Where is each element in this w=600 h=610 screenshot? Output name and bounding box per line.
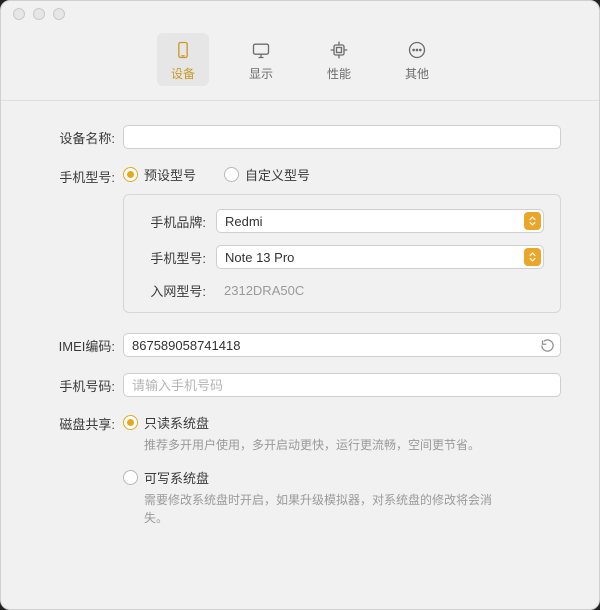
- ellipsis-icon: [406, 39, 428, 61]
- model-select[interactable]: Note 13 Pro: [216, 245, 544, 269]
- imei-label: IMEI编码:: [39, 336, 123, 355]
- disk-readonly-title: 只读系统盘: [144, 413, 209, 432]
- titlebar: [1, 1, 599, 27]
- net-model-value: 2312DRA50C: [216, 283, 544, 298]
- radio-dot-icon: [123, 167, 138, 182]
- net-model-label: 入网型号:: [140, 281, 216, 300]
- preset-model-box: 手机品牌: Redmi 手机型号: Note 13 Pro: [123, 194, 561, 313]
- disk-writable-radio[interactable]: 可写系统盘: [123, 468, 209, 487]
- model-label: 手机型号:: [140, 248, 216, 267]
- model-type-custom-label: 自定义型号: [245, 165, 310, 184]
- tab-performance-label: 性能: [327, 65, 351, 82]
- minimize-window-button[interactable]: [33, 8, 45, 20]
- radio-dot-icon: [123, 415, 138, 430]
- close-window-button[interactable]: [13, 8, 25, 20]
- model-type-custom-radio[interactable]: 自定义型号: [224, 165, 310, 184]
- disk-share-label: 磁盘共享:: [39, 413, 123, 433]
- model-type-preset-label: 预设型号: [144, 165, 196, 184]
- brand-select-value: Redmi: [225, 214, 263, 229]
- phone-icon: [172, 39, 194, 61]
- model-select-value: Note 13 Pro: [225, 250, 294, 265]
- radio-dot-icon: [224, 167, 239, 182]
- tab-device-label: 设备: [171, 65, 195, 82]
- device-name-label: 设备名称:: [39, 128, 123, 147]
- tab-device[interactable]: 设备: [157, 33, 209, 86]
- tab-other-label: 其他: [405, 65, 429, 82]
- tab-performance[interactable]: 性能: [313, 33, 365, 86]
- content-area: 设备名称: 手机型号: 预设型号 自定义型号: [1, 101, 599, 577]
- brand-label: 手机品牌:: [140, 212, 216, 231]
- device-name-input[interactable]: [123, 125, 561, 149]
- cpu-icon: [328, 39, 350, 61]
- chevron-updown-icon: [524, 212, 541, 230]
- disk-readonly-desc: 推荐多开用户使用，多开启动更快，运行更流畅，空间更节省。: [144, 436, 504, 454]
- disk-readonly-radio[interactable]: 只读系统盘: [123, 413, 209, 432]
- model-type-preset-radio[interactable]: 预设型号: [123, 165, 196, 184]
- brand-select[interactable]: Redmi: [216, 209, 544, 233]
- tab-display[interactable]: 显示: [235, 33, 287, 86]
- imei-input[interactable]: [123, 333, 561, 357]
- disk-writable-desc: 需要修改系统盘时开启，如果升级模拟器，对系统盘的修改将会消失。: [144, 491, 504, 527]
- phone-model-label: 手机型号:: [39, 165, 123, 186]
- preferences-window: 设备 显示 性能 其他 设备名称: 手: [0, 0, 600, 610]
- refresh-icon[interactable]: [539, 337, 555, 353]
- tab-display-label: 显示: [249, 65, 273, 82]
- tab-bar: 设备 显示 性能 其他: [1, 27, 599, 101]
- tab-other[interactable]: 其他: [391, 33, 443, 86]
- disk-writable-title: 可写系统盘: [144, 468, 209, 487]
- zoom-window-button[interactable]: [53, 8, 65, 20]
- chevron-updown-icon: [524, 248, 541, 266]
- phone-number-input[interactable]: [123, 373, 561, 397]
- monitor-icon: [250, 39, 272, 61]
- radio-dot-icon: [123, 470, 138, 485]
- phone-number-label: 手机号码:: [39, 376, 123, 395]
